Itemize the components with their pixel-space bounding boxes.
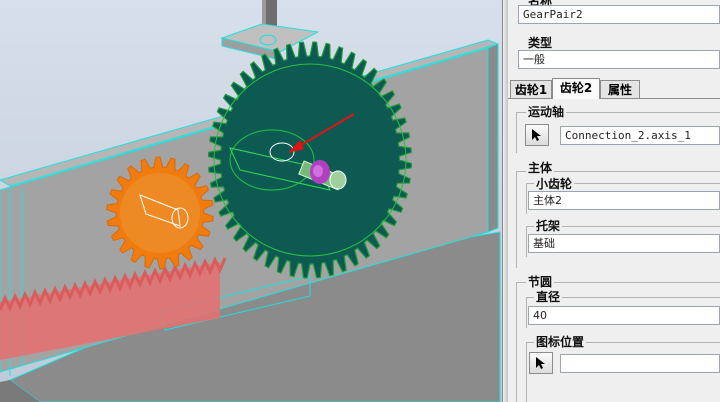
arrow-cursor-icon [532,129,541,141]
icon-position-select-button[interactable] [529,352,553,374]
arrow-cursor-icon [536,357,545,369]
motion-axis-select-button[interactable] [525,124,549,146]
diameter-label: 直径 [534,288,563,305]
pinion-label: 小齿轮 [534,175,575,192]
icon-position-field[interactable] [560,354,720,373]
pinion-field[interactable]: 主体2 [528,191,720,210]
model-viewport[interactable] [0,0,502,402]
tab-gear2[interactable]: 齿轮2 [552,78,600,99]
icon-position-label: 图标位置 [534,333,587,350]
pin [310,160,330,184]
carrier-label: 托架 [534,217,563,234]
name-field[interactable]: GearPair2 [518,5,720,24]
motion-axis-label: 运动轴 [526,103,567,120]
type-field[interactable]: 一般 [518,50,720,69]
carrier-field[interactable]: 基础 [528,234,720,253]
type-label: 类型 [528,36,553,50]
body-label: 主体 [526,159,555,176]
motion-axis-field[interactable]: Connection_2.axis_1 [560,126,720,145]
diameter-field[interactable]: 40 [528,306,720,325]
properties-panel: 名称 GearPair2 类型 一般 齿轮1 齿轮2 属性 运动轴 Connec… [508,0,720,402]
tab-properties[interactable]: 属性 [600,80,640,98]
tab-gear1[interactable]: 齿轮1 [510,80,552,98]
